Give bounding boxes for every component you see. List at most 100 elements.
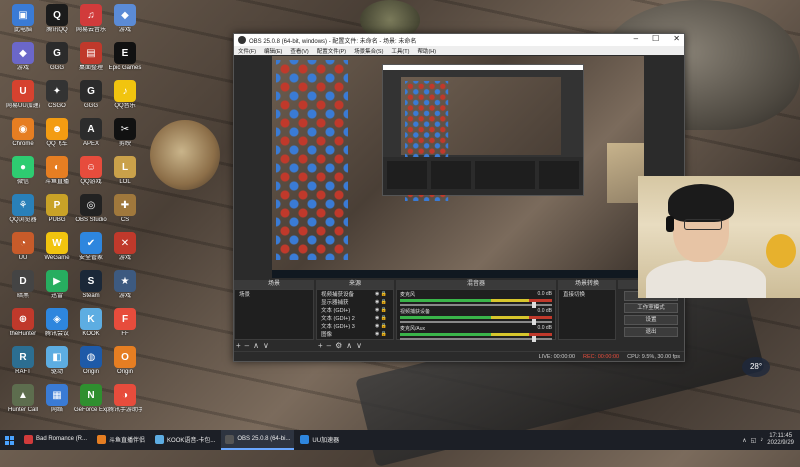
desktop-icon[interactable]: E Epic Games [108,42,142,72]
desktop-icon[interactable]: ◈ 腾讯会议 [40,308,74,338]
desktop-icon[interactable]: S Steam [74,270,108,300]
obs-titlebar[interactable]: OBS 25.0.8 (64-bit, windows) - 配置文件: 未命名… [234,34,684,46]
desktop-icon[interactable]: ◍ Origin [74,346,108,376]
control-button[interactable]: 退出 [624,327,678,337]
desktop-icon[interactable]: G GGG [40,42,74,72]
desktop-icon[interactable]: A APEX [74,118,108,148]
menu-item[interactable]: 帮助(H) [417,47,436,55]
clock[interactable]: 17:11:45 2022/9/29 [767,433,794,447]
obs-docks: 场景 场景 +–∧∨ 来源 视频捕获设备 ◉ 🔒 显示器捕获 ◉ 🔒 文本 (GDI+)… [234,280,684,361]
volume-slider[interactable] [400,336,552,342]
volume-meter [400,299,552,302]
source-item[interactable]: 图像 ◉ 🔒 [317,330,393,338]
visibility-icon[interactable]: ◉ 🔒 [375,331,387,337]
menu-item[interactable]: 场景集合(S) [354,47,383,55]
source-label: 显示器捕获 [321,300,349,306]
taskbar-item[interactable]: Bad Romance (R... [20,430,91,450]
desktop-icon[interactable]: ◔ UU [6,232,40,262]
source-item[interactable]: 文本 (GDI+) 3 ◉ 🔒 [317,322,393,330]
desktop-icon[interactable]: ☺ QQ游戏 [74,156,108,186]
desktop-icon[interactable]: ★ 游戏 [108,270,142,300]
desktop-icon[interactable]: ◎ OBS Studio [74,194,108,224]
desktop-icon[interactable]: ♫ 网易云音乐 [74,4,108,34]
taskbar-item[interactable]: 斗鱼直播伴侣 [93,430,149,450]
volume-icon[interactable]: ♪ [760,437,763,443]
taskbar-item[interactable]: UU加速器 [296,430,343,450]
desktop-icon[interactable]: ◑ 腾讯手游助手 [108,384,142,414]
visibility-icon[interactable]: ◉ 🔒 [375,323,387,329]
source-item[interactable]: 文本 (GDI+) ◉ 🔒 [317,306,393,314]
desktop-icon[interactable]: ◆ 游戏 [6,42,40,72]
desktop-icon[interactable]: Q 腾讯QQ [40,4,74,34]
scene-item[interactable]: 场景 [235,290,313,298]
desktop-icon[interactable]: D 暗黑 [6,270,40,300]
source-item[interactable]: 文本 (GDI+) 2 ◉ 🔒 [317,314,393,322]
desktop-icon[interactable]: ⊕ theHunter [6,308,40,338]
desktop-icon[interactable]: ☻ QQ飞车 [40,118,74,148]
desktop-icon[interactable]: ▣ 此电脑 [6,4,40,34]
desktop-icon[interactable]: ◐ 斗鱼直播 [40,156,74,186]
close-icon[interactable]: ✕ [673,34,680,43]
desktop-icon[interactable]: ▶ 迅雷 [40,270,74,300]
app-icon: Q [46,4,68,26]
desktop-icon[interactable]: U网易UU加速器 [6,80,40,110]
desktop-icon[interactable]: ▤ 桌面整理 [74,42,108,72]
mixer-channel[interactable]: 麦克风/Aux 0.0 dB [397,324,555,342]
source-item[interactable]: 显示器捕获 ◉ 🔒 [317,298,393,306]
scenes-controls[interactable]: +–∧∨ [236,341,273,350]
desktop-icon[interactable]: ◧ 驱动 [40,346,74,376]
desktop-icon[interactable]: ♪ QQ音乐 [108,80,142,110]
menu-item[interactable]: 查看(V) [290,47,308,55]
control-button[interactable]: 设置 [624,315,678,325]
desktop-icon[interactable]: ● 微信 [6,156,40,186]
visibility-icon[interactable]: ◉ 🔒 [375,307,387,313]
obs-window[interactable]: OBS 25.0.8 (64-bit, windows) - 配置文件: 未命名… [233,33,685,362]
menu-item[interactable]: 工具(T) [391,47,409,55]
taskbar-item-label: UU加速器 [312,437,340,444]
desktop-icon[interactable]: G GGG [74,80,108,110]
volume-slider[interactable] [400,302,552,308]
desktop-icon[interactable]: NGeForce Experience [74,384,108,414]
desktop-icon[interactable]: ◆ 游戏 [108,4,142,34]
desktop-icon[interactable]: ✂ 剪映 [108,118,142,148]
desktop-icon[interactable]: ✚ CS [108,194,142,224]
desktop-icon[interactable]: R RAFT [6,346,40,376]
desktop-icon[interactable]: ▲ Hunter Call [6,384,40,414]
desktop-icon[interactable]: K KOOK [74,308,108,338]
desktop-icon[interactable]: O Origin [108,346,142,376]
desktop-icon[interactable]: ◉ Chrome [6,118,40,148]
desktop-icon[interactable]: ✕ 游戏 [108,232,142,262]
volume-slider[interactable] [400,319,552,325]
desktop-icon[interactable]: F FF [108,308,142,338]
visibility-icon[interactable]: ◉ 🔒 [375,291,387,297]
source-item[interactable]: 视频捕获设备 ◉ 🔒 [317,290,393,298]
desktop-icon-label: Origin [82,369,99,375]
visibility-icon[interactable]: ◉ 🔒 [375,315,387,321]
desktop-icon[interactable]: ⚘ QQ浏览器 [6,194,40,224]
desktop-icon[interactable]: W WeGame [40,232,74,262]
transition-select[interactable]: 直接切换 [559,290,615,298]
desktop-icon[interactable]: P PUBG [40,194,74,224]
menu-item[interactable]: 文件(F) [238,47,256,55]
desktop-icon[interactable]: ✦ CSGO [40,80,74,110]
sources-controls[interactable]: +–⚙∧∨ [318,341,366,350]
start-button[interactable] [0,430,18,450]
taskbar-item[interactable]: KOOK语音-卡包... [151,430,219,450]
mixer-channel[interactable]: 视频捕获设备 0.0 dB [397,307,555,325]
weather-widget[interactable]: 28° [742,357,770,377]
menu-item[interactable]: 配置文件(P) [317,47,346,55]
app-icon: R [12,346,34,368]
tray-chevron-icon[interactable]: ∧ [742,437,746,444]
desktop-icon[interactable]: ✔ 安全管家 [74,232,108,262]
minimize-icon[interactable]: – [634,34,638,43]
menu-item[interactable]: 编辑(E) [264,47,282,55]
desktop-icon[interactable]: L LOL [108,156,142,186]
maximize-icon[interactable]: ☐ [652,34,659,43]
control-button[interactable]: 工作室模式 [624,303,678,313]
desktop-icon[interactable]: ▦ 网络 [40,384,74,414]
taskbar-item[interactable]: OBS 25.0.8 (64-bi... [221,430,295,450]
obs-preview[interactable] [272,56,644,278]
visibility-icon[interactable]: ◉ 🔒 [375,299,387,305]
network-icon[interactable]: ◱ [751,437,757,444]
mixer-channel[interactable]: 麦克风 0.0 dB [397,290,555,308]
